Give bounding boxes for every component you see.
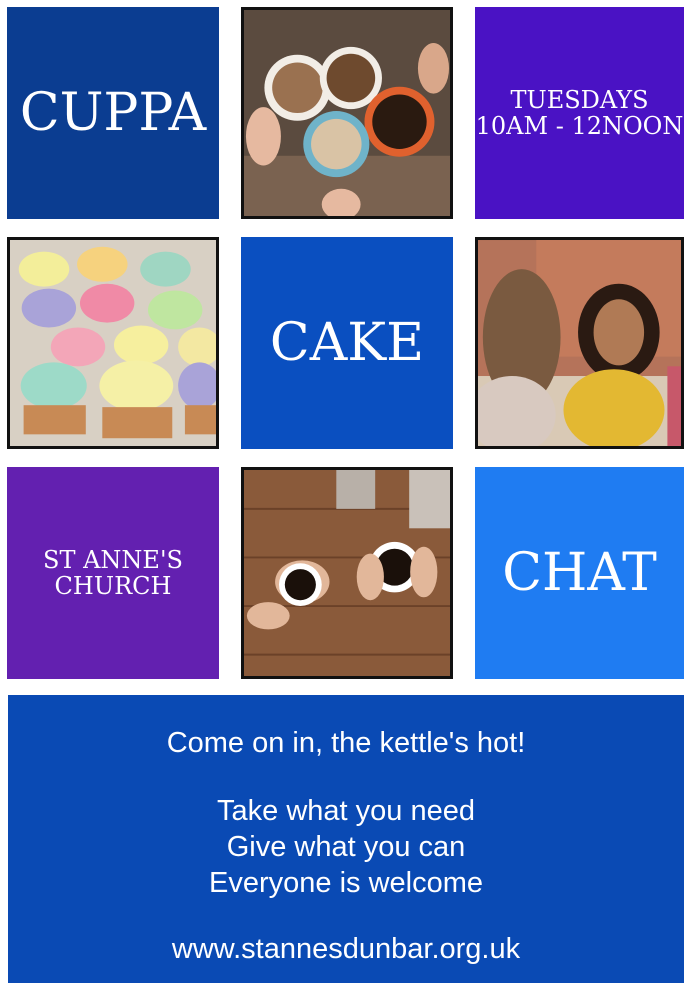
cake-tile: CAKE — [241, 237, 453, 449]
schedule-tile: TUESDAYS 10AM - 12NOON — [475, 7, 684, 219]
cuppa-text: CUPPA — [19, 83, 207, 143]
time-text: 10AM - 12NOON — [475, 112, 684, 140]
cake-text: CAKE — [269, 313, 425, 373]
coffee-cups-photo — [241, 7, 453, 219]
hands-coffee-photo — [241, 467, 453, 679]
church-tile: ST ANNE'S CHURCH — [7, 467, 219, 679]
church-line2-text: CHURCH — [54, 572, 172, 600]
motto-line1: Take what you need — [217, 795, 475, 827]
cuppa-tile: CUPPA — [7, 7, 219, 219]
day-text: TUESDAYS — [510, 86, 649, 114]
motto-line2: Give what you can — [226, 831, 466, 863]
church-line1-text: ST ANNE'S — [43, 546, 183, 574]
website-link[interactable]: www.stannesdunbar.org.uk — [8, 933, 684, 966]
chat-tile: CHAT — [475, 467, 684, 679]
footer-panel: Come on in, the kettle's hot! Take what … — [8, 695, 684, 983]
motto-line3: Everyone is welcome — [209, 867, 483, 899]
women-chatting-photo — [475, 237, 684, 449]
chat-text: CHAT — [502, 543, 657, 603]
cupcakes-photo — [7, 237, 219, 449]
tagline-text: Come on in, the kettle's hot! — [166, 727, 526, 759]
